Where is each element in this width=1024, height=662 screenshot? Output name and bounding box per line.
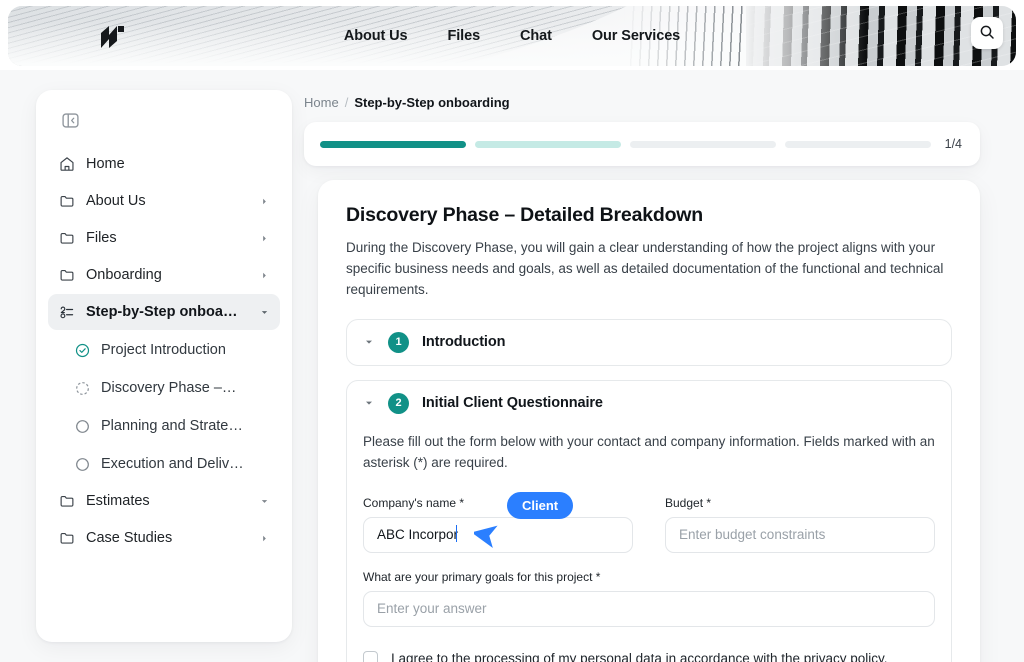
sidebar-subitem-label: Planning and Strate… [101,418,243,434]
sidebar-item-about-us[interactable]: About Us [48,183,280,219]
main-column: Home / Step-by-Step onboarding 1/4 Disco… [304,70,1024,662]
sidebar-item-estimates[interactable]: Estimates [48,483,280,519]
progress-segment-2 [474,140,621,148]
nav-link-files[interactable]: Files [447,28,480,44]
check-circle-icon [74,342,90,358]
questionnaire-body: Please fill out the form below with your… [347,426,951,662]
breadcrumb-separator: / [344,95,349,110]
chevron-down-icon[interactable] [258,306,270,318]
progress-card: 1/4 [304,122,980,166]
folder-icon [58,193,75,210]
app-window: About Us Files Chat Our Services Home Ab… [0,0,1024,662]
consent-checkbox[interactable] [363,650,378,662]
circle-icon [74,456,90,472]
search-icon [979,24,995,43]
sidebar-subitem-label: Discovery Phase –… [101,380,237,396]
sidebar-subitem-label: Project Introduction [101,342,226,358]
nav-link-about-us[interactable]: About Us [344,28,408,44]
folder-icon [58,530,75,547]
accordion-title: Introduction [422,334,506,351]
chevron-right-icon[interactable] [258,532,270,544]
progress-segment-4 [784,140,931,148]
sidebar-collapse-button[interactable] [56,108,84,136]
questionnaire-intro: Please fill out the form below with your… [363,433,935,470]
accordion-step-number: 2 [388,392,409,414]
primary-goals-input[interactable] [363,590,935,627]
accordion-introduction: 1 Introduction [346,318,952,366]
circle-icon [74,418,90,434]
text-caret [456,524,458,542]
accordion-header-introduction[interactable]: 1 Introduction [347,320,951,365]
sidebar-item-label: Home [86,156,125,172]
folder-icon [58,230,75,247]
chevron-down-icon[interactable] [258,495,270,507]
sidebar-item-label: About Us [86,193,146,209]
breadcrumb: Home / Step-by-Step onboarding [304,95,510,110]
consent-label: I agree to the processing of my personal… [391,650,888,662]
sidebar-subitem-project-introduction[interactable]: Project Introduction [48,331,280,369]
accordion-initial-client-questionnaire: 2 Initial Client Questionnaire Please fi… [346,379,952,662]
dashed-circle-icon [74,380,90,396]
sidebar-item-label: Files [86,230,117,246]
workflow-icon [58,304,75,321]
search-button[interactable] [971,17,1003,49]
accordion-header-questionnaire[interactable]: 2 Initial Client Questionnaire [347,381,951,426]
folder-icon [58,267,75,284]
header-facade-fade [746,6,866,66]
nav-link-our-services[interactable]: Our Services [592,28,680,44]
chevron-right-icon[interactable] [258,195,270,207]
progress-count: 1/4 [944,137,963,151]
folder-icon [58,493,75,510]
sidebar: Home About Us Files Onboarding Step-by-S… [36,90,292,642]
progress-segment-1 [320,140,466,148]
sidebar-item-step-by-step-onboarding[interactable]: Step-by-Step onboa… [48,294,280,330]
site-header: About Us Files Chat Our Services [8,6,1016,66]
sidebar-subitem-label: Execution and Deliv… [101,456,244,472]
field-label-primary-goals: What are your primary goals for this pro… [363,569,601,584]
budget-input[interactable] [665,516,935,553]
consent-row: I agree to the processing of my personal… [363,650,935,662]
accordion-step-number: 1 [388,331,409,353]
company-name-input[interactable] [363,516,633,553]
page-title: Discovery Phase – Detailed Breakdown [346,204,703,226]
sidebar-item-label: Estimates [86,493,150,509]
chevron-down-icon[interactable] [363,336,375,348]
field-primary-goals: What are your primary goals for this pro… [363,570,935,627]
sidebar-subitem-discovery-phase[interactable]: Discovery Phase –… [48,369,280,407]
sidebar-item-files[interactable]: Files [48,220,280,256]
sidebar-item-case-studies[interactable]: Case Studies [48,520,280,556]
sidebar-item-label: Step-by-Step onboa… [86,304,238,320]
breadcrumb-current: Step-by-Step onboarding [354,95,510,110]
accordion-title: Initial Client Questionnaire [422,395,603,412]
field-budget: Budget * [665,496,935,553]
sidebar-item-label: Onboarding [86,267,162,283]
sidebar-item-onboarding[interactable]: Onboarding [48,257,280,293]
chevron-right-icon[interactable] [258,232,270,244]
field-label-company-name: Company's name * [363,495,465,510]
content-card: Discovery Phase – Detailed Breakdown Dur… [318,180,980,662]
page-description: During the Discovery Phase, you will gai… [346,240,944,297]
chevron-right-icon[interactable] [258,269,270,281]
home-icon [58,156,75,173]
field-company-name: Company's name * Client [363,491,633,553]
brand-logo-icon[interactable] [100,25,126,49]
panel-collapse-icon [61,111,80,133]
sidebar-subitem-planning-and-strategy[interactable]: Planning and Strate… [48,407,280,445]
chevron-down-icon[interactable] [363,397,375,409]
nav-link-chat[interactable]: Chat [520,28,552,44]
breadcrumb-home[interactable]: Home [304,95,339,110]
sidebar-item-label: Case Studies [86,530,173,546]
progress-segment-3 [629,140,776,148]
form-row-company-budget: Company's name * Client [363,491,935,553]
sidebar-subitem-execution-and-delivery[interactable]: Execution and Deliv… [48,445,280,483]
sidebar-item-home[interactable]: Home [48,146,280,182]
page-body: Home About Us Files Onboarding Step-by-S… [0,70,1024,662]
field-label-budget: Budget * [665,495,712,510]
